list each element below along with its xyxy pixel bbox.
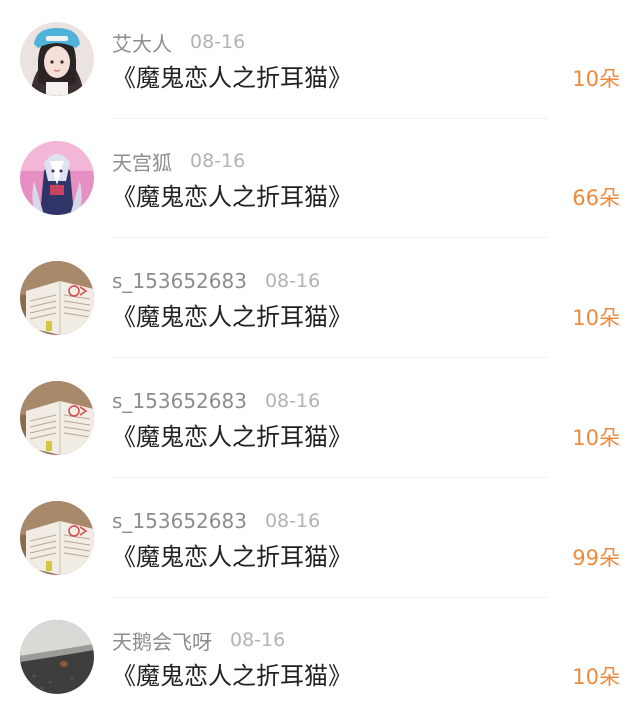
flower-count: 10朵 <box>572 306 620 330</box>
item-meta: s_153652683 08-16 <box>112 387 320 415</box>
list-item[interactable]: s_153652683 08-16 《魔鬼恋人之折耳猫》 10朵 <box>0 239 640 358</box>
gift-date: 08-16 <box>264 390 321 412</box>
gift-date: 08-16 <box>190 31 246 53</box>
list-item[interactable]: 天宫狐 08-16 《魔鬼恋人之折耳猫》 66朵 <box>0 119 640 238</box>
divider <box>112 477 548 478</box>
book-title[interactable]: 《魔鬼恋人之折耳猫》 <box>112 179 352 215</box>
item-meta: 天鹅会飞呀 08-16 <box>112 626 285 654</box>
flower-count: 99朵 <box>572 546 620 570</box>
gift-date: 08-16 <box>264 270 321 292</box>
item-meta: 天宫狐 08-16 <box>112 147 245 175</box>
username[interactable]: 天宫狐 <box>112 147 172 176</box>
username[interactable]: s_153652683 <box>112 509 247 533</box>
username[interactable]: 艾大人 <box>112 28 172 57</box>
gift-list: 艾大人 08-16 《魔鬼恋人之折耳猫》 10朵 天宫狐 08-16 《魔鬼恋人… <box>0 0 640 724</box>
book-title[interactable]: 《魔鬼恋人之折耳猫》 <box>112 60 352 96</box>
divider <box>112 237 548 238</box>
flower-count: 10朵 <box>572 665 620 689</box>
gift-date: 08-16 <box>190 150 246 172</box>
book-avatar-icon[interactable] <box>20 501 94 575</box>
item-meta: s_153652683 08-16 <box>112 507 320 535</box>
list-item[interactable]: s_153652683 08-16 《魔鬼恋人之折耳猫》 99朵 <box>0 479 640 598</box>
item-meta: s_153652683 08-16 <box>112 267 320 295</box>
book-title[interactable]: 《魔鬼恋人之折耳猫》 <box>112 658 352 694</box>
anime-avatar-icon[interactable] <box>20 141 94 215</box>
book-title[interactable]: 《魔鬼恋人之折耳猫》 <box>112 299 352 335</box>
book-title[interactable]: 《魔鬼恋人之折耳猫》 <box>112 419 352 455</box>
username[interactable]: s_153652683 <box>112 389 247 413</box>
list-item[interactable]: 天鹅会飞呀 08-16 《魔鬼恋人之折耳猫》 10朵 <box>0 598 640 717</box>
book-title[interactable]: 《魔鬼恋人之折耳猫》 <box>112 539 352 575</box>
item-meta: 艾大人 08-16 <box>112 28 245 56</box>
book-avatar-icon[interactable] <box>20 381 94 455</box>
username[interactable]: 天鹅会飞呀 <box>112 626 212 655</box>
divider <box>112 357 548 358</box>
flower-count: 10朵 <box>572 67 620 91</box>
ground-avatar-icon[interactable] <box>20 620 94 694</box>
list-item[interactable]: s_153652683 08-16 《魔鬼恋人之折耳猫》 10朵 <box>0 359 640 478</box>
gift-date: 08-16 <box>230 629 286 651</box>
flower-count: 66朵 <box>572 186 620 210</box>
list-item[interactable]: 艾大人 08-16 《魔鬼恋人之折耳猫》 10朵 <box>0 0 640 119</box>
username[interactable]: s_153652683 <box>112 269 247 293</box>
flower-count: 10朵 <box>572 426 620 450</box>
girl-avatar-icon[interactable] <box>20 22 94 96</box>
book-avatar-icon[interactable] <box>20 261 94 335</box>
gift-date: 08-16 <box>264 510 321 532</box>
